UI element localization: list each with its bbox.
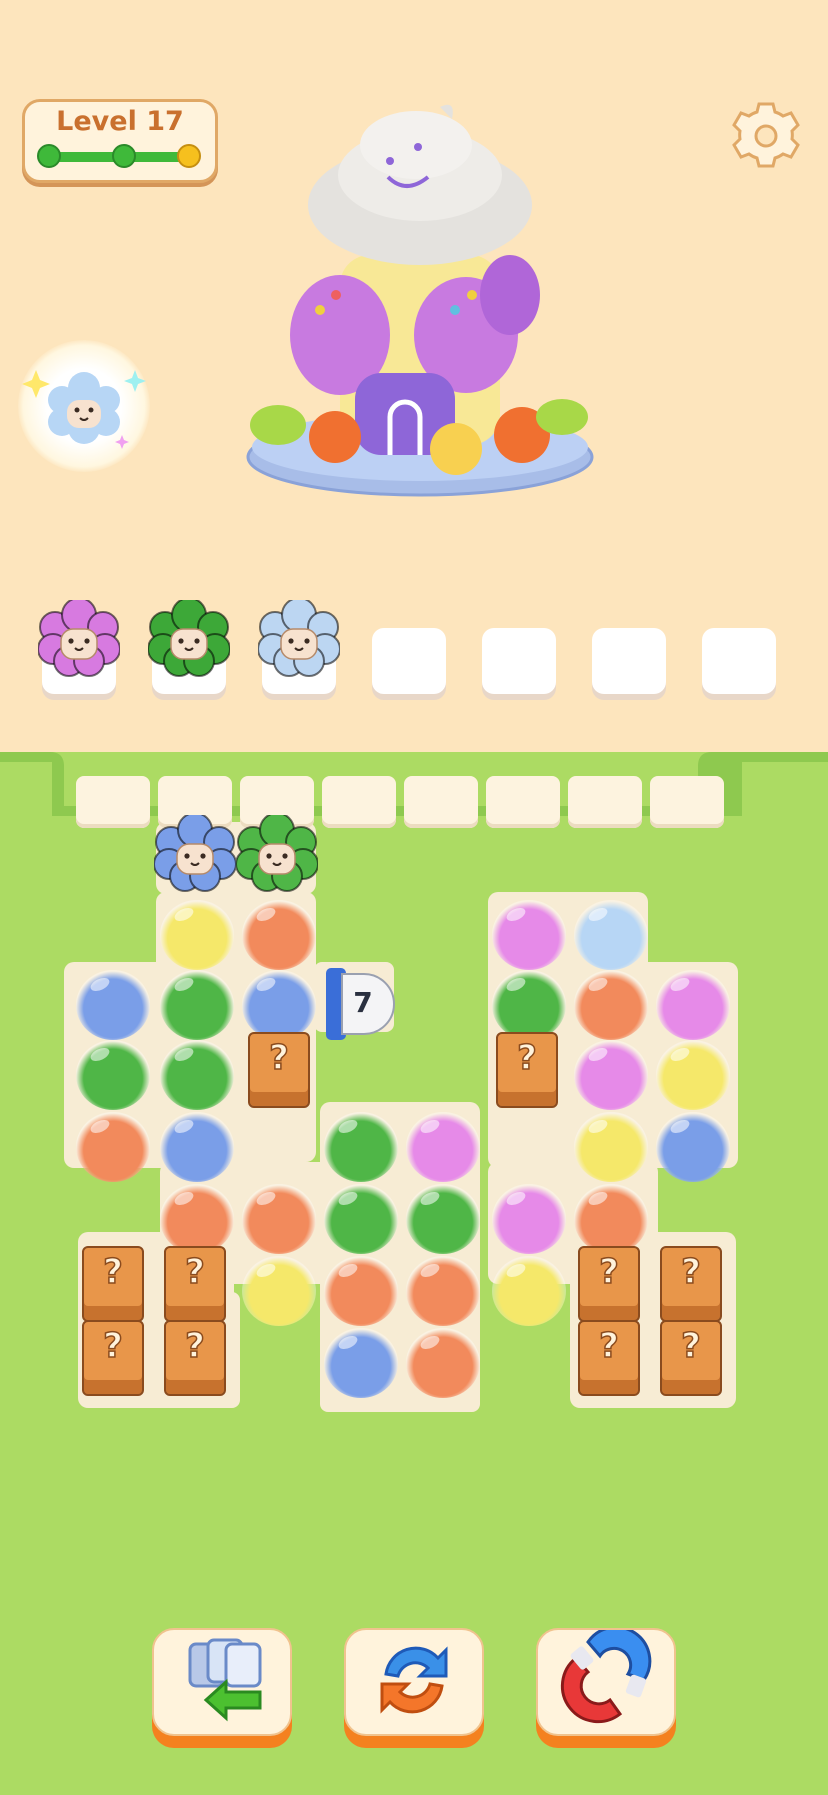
yarn-ball-yellow[interactable] [160, 900, 234, 970]
conveyor-slot [322, 776, 396, 828]
yarn-ball-pink[interactable] [492, 900, 566, 970]
collection-slot [147, 597, 231, 694]
mystery-box-label: ? [102, 1325, 123, 1367]
yarn-ball-blue[interactable] [76, 970, 150, 1040]
waiting-sheep-green[interactable] [235, 812, 319, 893]
conveyor-slot [486, 776, 560, 828]
mystery-box: ? [82, 1246, 144, 1322]
yarn-ball-orange[interactable] [574, 1184, 648, 1254]
yarn-ball-blue[interactable] [656, 1112, 730, 1182]
yarn-cake-house-illustration [240, 95, 600, 515]
yarn-ball-orange[interactable] [242, 1184, 316, 1254]
yarn-ball-orange[interactable] [242, 900, 316, 970]
yarn-ball-pink[interactable] [406, 1112, 480, 1182]
yarn-ball-orange[interactable] [406, 1256, 480, 1326]
yarn-ball-pink[interactable] [574, 1040, 648, 1110]
shuffle-button[interactable] [344, 1628, 484, 1736]
conveyor-slot [650, 776, 724, 828]
progress-stage-1 [37, 144, 61, 168]
mystery-box-label: ? [680, 1325, 701, 1367]
collected-sheep [37, 597, 121, 682]
yarn-ball-orange[interactable] [406, 1328, 480, 1398]
level-badge: Level 17 [22, 99, 218, 183]
yarn-ball-pink[interactable] [492, 1184, 566, 1254]
level-progress-bar [37, 144, 201, 168]
mystery-box-label: ? [268, 1037, 289, 1079]
collected-sheep [147, 597, 231, 682]
mystery-box: ? [248, 1032, 310, 1108]
yarn-ball-blue[interactable] [160, 1112, 234, 1182]
mystery-box: ? [660, 1320, 722, 1396]
yarn-ball-green[interactable] [406, 1184, 480, 1254]
mystery-box-label: ? [184, 1251, 205, 1293]
collection-slot [592, 628, 666, 694]
mystery-box: ? [496, 1032, 558, 1108]
yarn-ball-blue[interactable] [324, 1328, 398, 1398]
mystery-box-label: ? [516, 1037, 537, 1079]
shuffle-icon [380, 1646, 448, 1714]
yarn-ball-pink[interactable] [656, 970, 730, 1040]
mystery-box-label: ? [598, 1251, 619, 1293]
mystery-box: ? [660, 1246, 722, 1322]
yarn-ball-green[interactable] [76, 1040, 150, 1110]
magnet-button[interactable] [536, 1625, 676, 1736]
conveyor-slot [404, 776, 478, 828]
collected-sheep [257, 597, 341, 682]
mystery-box-label: ? [680, 1251, 701, 1293]
pipe-count: 7 [353, 986, 373, 1019]
conveyor-slot [76, 776, 150, 828]
collection-slot [372, 628, 446, 694]
yarn-ball-green[interactable] [160, 1040, 234, 1110]
yarn-ball-green[interactable] [324, 1112, 398, 1182]
yarn-ball-yellow[interactable] [656, 1040, 730, 1110]
bonus-sheep-button[interactable] [18, 340, 150, 472]
mystery-box: ? [82, 1320, 144, 1396]
yarn-ball-orange[interactable] [76, 1112, 150, 1182]
mystery-box: ? [578, 1246, 640, 1322]
progress-stage-2 [112, 144, 136, 168]
mystery-box: ? [164, 1320, 226, 1396]
undo-cards-icon [188, 1638, 262, 1722]
settings-button[interactable] [730, 100, 802, 172]
collection-slot [702, 628, 776, 694]
yarn-ball-orange[interactable] [324, 1256, 398, 1326]
collection-slot [257, 597, 341, 694]
waiting-sheep-blue[interactable] [153, 812, 237, 893]
conveyor-slot [568, 776, 642, 828]
yarn-ball-yellow[interactable] [242, 1256, 316, 1326]
mystery-box: ? [578, 1320, 640, 1396]
magnet-icon [560, 1625, 652, 1724]
progress-stage-3 [177, 144, 201, 168]
sheep-pipe[interactable]: 7 [326, 968, 396, 1040]
mystery-box-label: ? [102, 1251, 123, 1293]
yarn-ball-green[interactable] [324, 1184, 398, 1254]
collection-slot [37, 597, 121, 694]
mystery-box-label: ? [598, 1325, 619, 1367]
mystery-box-label: ? [184, 1325, 205, 1367]
undo-button[interactable] [152, 1628, 292, 1736]
yarn-ball-green[interactable] [492, 970, 566, 1040]
yarn-ball-orange[interactable] [574, 970, 648, 1040]
gear-icon [732, 102, 800, 168]
collection-slot [482, 628, 556, 694]
yarn-ball-lightblue[interactable] [574, 900, 648, 970]
mystery-box: ? [164, 1246, 226, 1322]
yarn-ball-blue[interactable] [242, 970, 316, 1040]
yarn-ball-orange[interactable] [160, 1184, 234, 1254]
yarn-ball-green[interactable] [160, 970, 234, 1040]
level-label: Level 17 [56, 106, 184, 137]
yarn-ball-yellow[interactable] [574, 1112, 648, 1182]
yarn-ball-yellow[interactable] [492, 1256, 566, 1326]
sparkling-sheep-icon [22, 370, 146, 449]
